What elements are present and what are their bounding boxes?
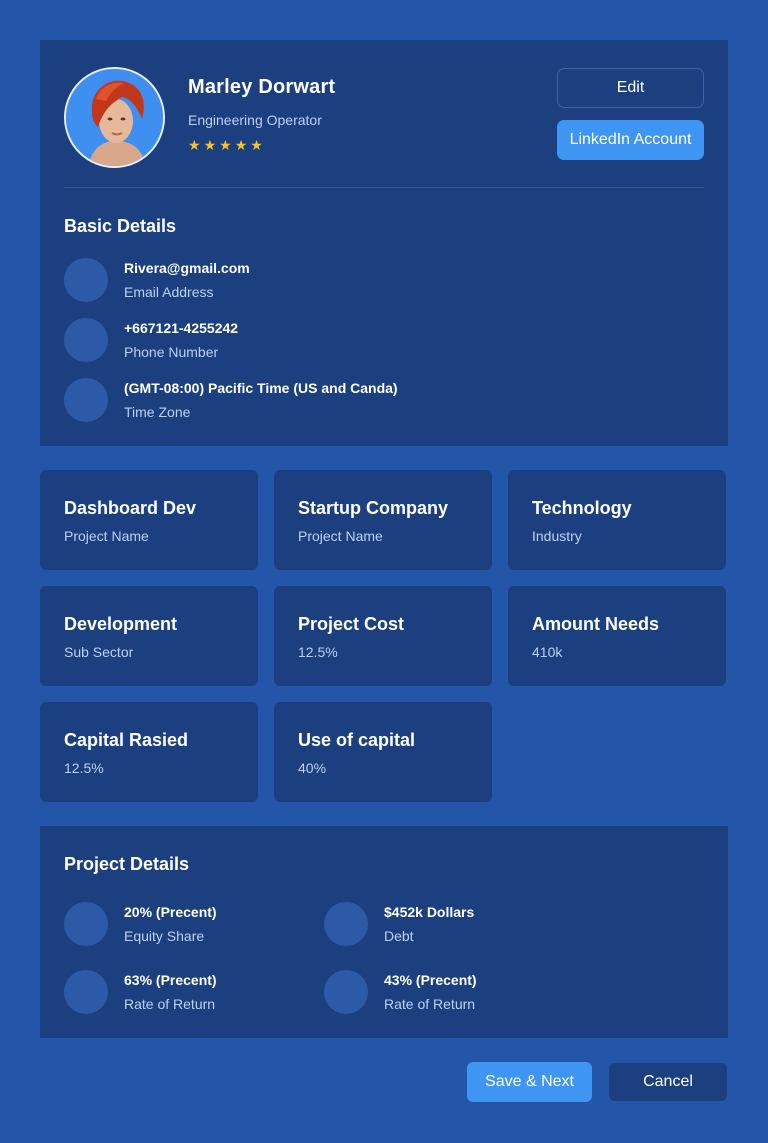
return-value: 63% (Precent) [124,972,217,988]
tile-title: Startup Company [298,498,449,518]
tile-subtitle: Project Name [298,528,383,544]
phone-label: Phone Number [124,344,219,360]
tile-subtitle: 12.5% [64,760,104,776]
tile-title: Use of capital [298,730,416,750]
tile-subtitle: Industry [532,528,582,544]
debt-value: $452k Dollars [384,904,475,920]
profile-card: Marley Dorwart Engineering Operator ★ ★ ★ ★… [40,40,728,446]
tile-title: Development [64,614,178,634]
tile-project-name: Dashboard Dev Project Name [40,470,258,570]
tile-title: Amount Needs [532,614,660,634]
tile-amount-needs: Amount Needs 410k [508,586,726,686]
rating-stars: ★ ★ ★ ★ ★ [188,137,263,153]
star-icon: ★ [234,137,248,153]
page: Marley Dorwart Engineering Operator ★ ★ ★ ★… [0,0,768,1143]
return-label: Rate of Return [124,996,216,1012]
divider [64,187,704,188]
timezone-value: (GMT-08:00) Pacific Time (US and Canda) [124,380,398,396]
edit-button[interactable]: Edit [557,68,704,108]
debt-label: Debt [384,928,414,944]
profile-role: Engineering Operator [188,112,322,128]
tile-project-cost: Project Cost 12.5% [274,586,492,686]
tile-industry: Technology Industry [508,470,726,570]
tile-subtitle: Sub Sector [64,644,134,660]
email-label: Email Address [124,284,214,300]
tile-capital-raised: Capital Rasied 12.5% [40,702,258,802]
star-icon: ★ [219,137,232,153]
cancel-button[interactable]: Cancel [609,1063,727,1101]
equity-icon [64,902,108,946]
return-icon [324,970,368,1014]
equity-label: Equity Share [124,928,205,944]
star-icon: ★ [250,137,263,153]
avatar [64,67,165,168]
project-details-title: Project Details [64,854,190,874]
linkedin-account-button[interactable]: LinkedIn Account [557,120,704,160]
phone-value: +667121-4255242 [124,320,239,336]
equity-value: 20% (Precent) [124,904,217,920]
phone-icon [64,318,108,362]
timezone-label: Time Zone [124,404,191,420]
clock-icon [64,378,108,422]
debt-icon [324,902,368,946]
tile-subtitle: 12.5% [298,644,338,660]
tile-title: Technology [532,498,632,518]
project-details-card: Project Details 20% (Precent) Equity Sha… [40,826,728,1038]
tile-sub-sector: Development Sub Sector [40,586,258,686]
tile-use-of-capital: Use of capital 40% [274,702,492,802]
basic-details-title: Basic Details [64,216,177,236]
star-icon: ★ [188,137,201,153]
email-icon [64,258,108,302]
tile-title: Capital Rasied [64,730,189,750]
avatar-image [66,69,163,166]
tile-title: Project Cost [298,614,405,634]
return-icon [64,970,108,1014]
tile-subtitle: Project Name [64,528,149,544]
tile-company-name: Startup Company Project Name [274,470,492,570]
tile-title: Dashboard Dev [64,498,197,518]
tile-subtitle: 40% [298,760,327,776]
email-value: Rivera@gmail.com [124,260,250,276]
return-label: Rate of Return [384,996,476,1012]
star-icon: ★ [203,137,217,153]
return-value: 43% (Precent) [384,972,477,988]
tile-subtitle: 410k [532,644,563,660]
save-next-button[interactable]: Save & Next [467,1062,592,1102]
profile-name: Marley Dorwart [188,76,336,98]
